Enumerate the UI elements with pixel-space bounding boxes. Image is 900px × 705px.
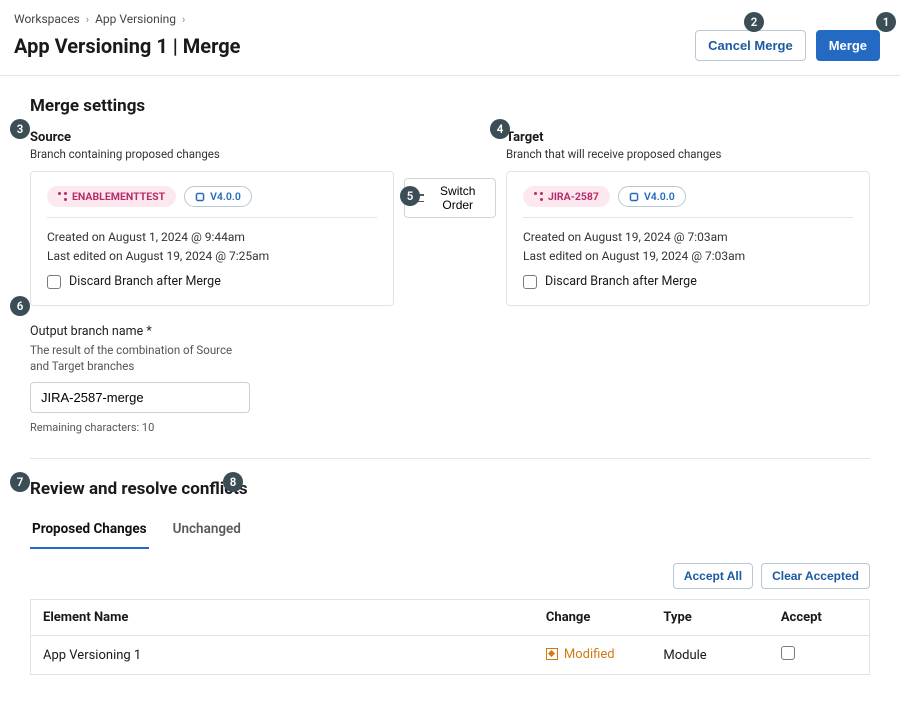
callout-7: 7 bbox=[10, 472, 30, 492]
target-edited: Last edited on August 19, 2024 @ 7:03am bbox=[523, 247, 853, 266]
tab-proposed-changes[interactable]: Proposed Changes bbox=[30, 513, 149, 549]
breadcrumb-app[interactable]: App Versioning bbox=[95, 12, 176, 26]
target-version-pill: V4.0.0 bbox=[618, 186, 686, 207]
version-icon bbox=[627, 189, 641, 203]
callout-1: 1 bbox=[876, 12, 896, 32]
merge-button[interactable]: Merge bbox=[816, 30, 880, 61]
source-version-pill: V4.0.0 bbox=[184, 186, 252, 207]
source-created: Created on August 1, 2024 @ 9:44am bbox=[47, 228, 377, 247]
chevron-right-icon: › bbox=[86, 13, 89, 26]
target-branch-pill: JIRA-2587 bbox=[523, 186, 610, 207]
row-type: Module bbox=[651, 636, 768, 675]
conflicts-tabs: Proposed Changes Unchanged bbox=[30, 513, 870, 549]
callout-6: 6 bbox=[10, 296, 30, 316]
callout-3: 3 bbox=[10, 119, 30, 139]
branch-icon bbox=[534, 192, 543, 201]
source-discard-label: Discard Branch after Merge bbox=[69, 274, 221, 289]
clear-accepted-button[interactable]: Clear Accepted bbox=[761, 563, 870, 589]
col-element-name: Element Name bbox=[31, 600, 534, 636]
conflicts-heading: Review and resolve conflicts bbox=[30, 479, 870, 499]
col-change: Change bbox=[534, 600, 651, 636]
output-branch-help: The result of the combination of Source … bbox=[30, 343, 250, 374]
callout-8: 8 bbox=[223, 472, 243, 492]
target-branch-label: JIRA-2587 bbox=[548, 190, 599, 203]
output-branch-label: Output branch name * bbox=[30, 324, 870, 339]
checkbox-icon bbox=[47, 275, 61, 289]
target-discard-label: Discard Branch after Merge bbox=[545, 274, 697, 289]
target-card: JIRA-2587 V4.0.0 Created on August 19, 2… bbox=[506, 171, 870, 306]
merge-settings-heading: Merge settings bbox=[30, 96, 870, 116]
tab-unchanged[interactable]: Unchanged bbox=[171, 513, 243, 549]
source-edited: Last edited on August 19, 2024 @ 7:25am bbox=[47, 247, 377, 266]
source-card: ENABLEMENTTEST V4.0.0 Created on August … bbox=[30, 171, 394, 306]
branch-icon bbox=[58, 192, 67, 201]
table-row: App Versioning 1 Modified Module bbox=[31, 636, 870, 675]
target-subtitle: Branch that will receive proposed change… bbox=[506, 147, 870, 161]
breadcrumb-root[interactable]: Workspaces bbox=[14, 12, 80, 26]
row-accept-checkbox[interactable] bbox=[781, 646, 795, 660]
source-version-label: V4.0.0 bbox=[210, 190, 241, 203]
row-change: Modified bbox=[546, 647, 615, 662]
changes-table: Element Name Change Type Accept App Vers… bbox=[30, 599, 870, 675]
row-change-label: Modified bbox=[564, 647, 615, 662]
source-branch-pill: ENABLEMENTTEST bbox=[47, 186, 176, 207]
target-column: Target Branch that will receive proposed… bbox=[506, 130, 870, 306]
switch-order-label: Switch Order bbox=[430, 184, 485, 212]
callout-2: 2 bbox=[744, 12, 764, 32]
target-created: Created on August 19, 2024 @ 7:03am bbox=[523, 228, 853, 247]
accept-all-button[interactable]: Accept All bbox=[673, 563, 753, 589]
output-branch-input[interactable] bbox=[30, 382, 250, 413]
chevron-right-icon: › bbox=[182, 13, 185, 26]
callout-5: 5 bbox=[400, 186, 420, 206]
source-subtitle: Branch containing proposed changes bbox=[30, 147, 394, 161]
version-icon bbox=[193, 189, 207, 203]
source-discard-checkbox[interactable]: Discard Branch after Merge bbox=[47, 274, 377, 289]
checkbox-icon bbox=[523, 275, 537, 289]
page-title: App Versioning 1 | Merge bbox=[14, 34, 240, 58]
target-version-label: V4.0.0 bbox=[644, 190, 675, 203]
target-title: Target bbox=[506, 130, 870, 145]
source-branch-label: ENABLEMENTTEST bbox=[72, 190, 165, 203]
callout-4: 4 bbox=[490, 119, 510, 139]
modified-icon bbox=[546, 648, 558, 660]
remaining-characters: Remaining characters: 10 bbox=[30, 421, 870, 434]
cancel-merge-button[interactable]: Cancel Merge bbox=[695, 30, 806, 61]
col-type: Type bbox=[651, 600, 768, 636]
col-accept: Accept bbox=[769, 600, 870, 636]
target-discard-checkbox[interactable]: Discard Branch after Merge bbox=[523, 274, 853, 289]
row-element-name: App Versioning 1 bbox=[31, 636, 534, 675]
source-title: Source bbox=[30, 130, 394, 145]
source-column: Source Branch containing proposed change… bbox=[30, 130, 394, 306]
